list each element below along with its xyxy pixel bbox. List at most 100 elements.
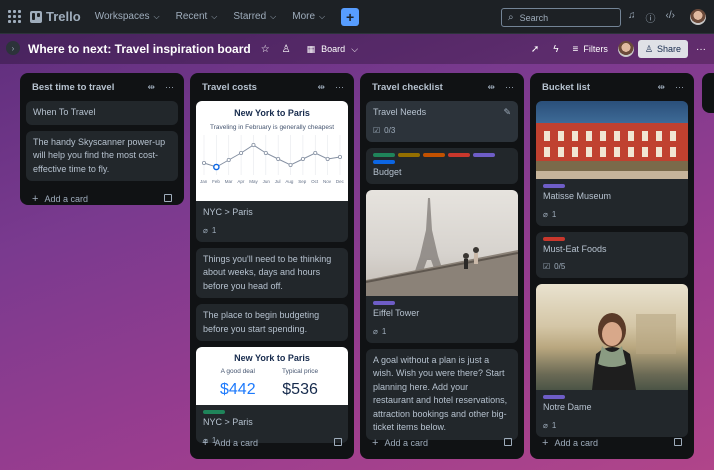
label-red (543, 236, 565, 241)
collapse-icon[interactable]: ⇹ (147, 82, 155, 93)
list-menu-icon[interactable]: ··· (335, 82, 344, 93)
template-icon[interactable] (674, 438, 682, 446)
museum-facade (536, 123, 688, 179)
nav-starred[interactable]: Starred ⌵ (233, 11, 276, 22)
list-header[interactable]: Travel checklist ⇹ ··· (366, 73, 518, 101)
collapse-icon[interactable]: ⇹ (317, 82, 325, 93)
automation-icon[interactable]: ϟ (553, 44, 558, 55)
filters-button[interactable]: ≡ Filters (573, 44, 608, 55)
chart-point (325, 156, 330, 161)
collapse-icon[interactable]: ⇹ (487, 82, 495, 93)
template-icon[interactable] (504, 438, 512, 446)
rocket-icon[interactable]: ➚ (531, 44, 539, 55)
chart-month-label: Sep (298, 179, 307, 185)
label-orange (423, 152, 445, 157)
edit-pencil-icon[interactable]: ✎ (503, 106, 511, 120)
board-title[interactable]: Where to next: Travel inspiration board (28, 42, 251, 56)
chart-point (239, 150, 244, 155)
card-nyc-paris-chart[interactable]: New York to Paris Traveling in February … (196, 101, 348, 242)
price-summary: New York to Paris A good deal $442 Typic… (196, 347, 348, 405)
plus-icon: + (202, 437, 209, 449)
nav-right-icons: ♫ ⓘ ‹/› (628, 10, 675, 25)
add-card-button[interactable]: + Add a card (366, 431, 518, 455)
card-notre-dame[interactable]: Notre Dame ⌀ 1 (536, 284, 688, 437)
chart-point (202, 160, 207, 165)
card-budgeting[interactable]: The place to begin budgeting before you … (196, 304, 348, 341)
view-switcher[interactable]: ▦ Board ⌵ (307, 44, 358, 55)
search-input[interactable]: ⌕ Search (501, 8, 621, 27)
card-skyscanner[interactable]: The handy Skyscanner power-up will help … (26, 130, 178, 181)
visibility-icon[interactable]: ♙ (282, 44, 291, 55)
chart-title: New York to Paris (234, 108, 310, 118)
user-avatar[interactable] (690, 9, 706, 25)
template-icon[interactable] (334, 438, 342, 446)
chart-x-axis: Jan Feb Mar Apr May Jun Jul Aug Sep Oct Nov Dec (200, 179, 344, 186)
card-when-to-travel[interactable]: When To Travel (26, 101, 178, 125)
list-menu-icon[interactable]: ··· (505, 82, 514, 93)
star-icon[interactable]: ☆ (261, 44, 270, 55)
chevron-down-icon: ⌵ (153, 11, 160, 21)
card-must-eat-foods[interactable]: Must-Eat Foods ☑ 0/5 (536, 231, 688, 278)
attachment-icon: ⌀ (373, 326, 378, 336)
board-view-icon: ▦ (306, 43, 316, 54)
list-menu-icon[interactable]: ··· (165, 82, 174, 93)
share-button[interactable]: ♙ Share (637, 40, 688, 58)
chart-point (226, 157, 231, 162)
chart-point-highlight (213, 163, 220, 171)
collapse-icon[interactable]: ⇹ (657, 82, 665, 93)
chart-point (251, 142, 256, 147)
chevron-down-icon: ⌵ (319, 11, 326, 21)
notifications-icon[interactable]: ♫ (628, 10, 636, 25)
board-menu-icon[interactable]: ··· (696, 44, 706, 55)
card-matisse-museum[interactable]: Matisse Museum ⌀ 1 (536, 101, 688, 226)
list-travel-checklist: Travel checklist ⇹ ··· Travel Needs ✎ ☑ 0/… (360, 73, 524, 459)
trello-logo[interactable]: Trello (30, 9, 81, 24)
chevron-down-icon: ⌵ (211, 11, 218, 21)
label-yellow (398, 152, 420, 157)
nav-recent[interactable]: Recent ⌵ (176, 11, 218, 22)
chevron-down-icon: ⌵ (270, 11, 277, 21)
label-green (203, 410, 225, 414)
chevron-down-icon: ⌵ (351, 43, 359, 54)
help-icon[interactable]: ⓘ (646, 10, 656, 25)
card-things-to-think[interactable]: Things you'll need to be thinking about … (196, 247, 348, 298)
chart-month-label: Mar (224, 179, 233, 185)
code-icon[interactable]: ‹/› (666, 10, 675, 25)
card-budget[interactable]: Budget (366, 147, 518, 184)
card-travel-needs[interactable]: Travel Needs ✎ ☑ 0/3 (366, 101, 518, 142)
label-purple (543, 395, 565, 399)
template-icon[interactable] (164, 194, 172, 202)
plus-icon: + (542, 437, 549, 449)
list-header[interactable]: Travel costs ⇹ ··· (196, 73, 348, 101)
app-switcher-icon[interactable] (8, 9, 22, 24)
card-nyc-paris-price[interactable]: New York to Paris A good deal $442 Typic… (196, 347, 348, 443)
list-header[interactable]: Bucket list ⇹ ··· (536, 73, 688, 101)
list-travel-costs: Travel costs ⇹ ··· New York to Paris Trav… (190, 73, 354, 459)
list-header[interactable]: Best time to travel ⇹ ··· (26, 73, 178, 101)
nav-workspaces[interactable]: Workspaces ⌵ (95, 11, 160, 22)
add-card-button[interactable]: + Add a card (536, 431, 688, 455)
plus-icon: + (32, 193, 39, 205)
member-avatar[interactable] (617, 41, 634, 57)
add-card-button[interactable]: + Add a card (196, 431, 348, 455)
list-menu-icon[interactable]: ··· (675, 82, 684, 93)
add-card-button[interactable]: + Add a card (26, 187, 178, 211)
card-eiffel-tower[interactable]: Eiffel Tower ⌀ 1 (366, 190, 518, 343)
create-button[interactable]: + (341, 7, 360, 26)
search-icon: ⌕ (508, 12, 514, 23)
chart-month-label: Jan (200, 179, 208, 185)
chart-point (313, 150, 318, 155)
chart-month-label: Jul (274, 179, 281, 185)
notre-dame-image (536, 284, 688, 390)
eiffel-tower-image (366, 190, 518, 296)
chart-point (337, 154, 342, 159)
nav-more[interactable]: More ⌵ (292, 11, 325, 22)
attachment-icon: ⌀ (203, 225, 208, 235)
attachment-icon: ⌀ (543, 209, 548, 219)
sidebar-toggle-icon[interactable]: › (6, 41, 20, 55)
label-purple (373, 301, 395, 305)
chart-month-label: Nov (322, 179, 331, 185)
card-goal-plan[interactable]: A goal without a plan is just a wish. Wi… (366, 348, 518, 440)
label-purple (473, 152, 495, 157)
trello-logo-icon (30, 10, 42, 23)
